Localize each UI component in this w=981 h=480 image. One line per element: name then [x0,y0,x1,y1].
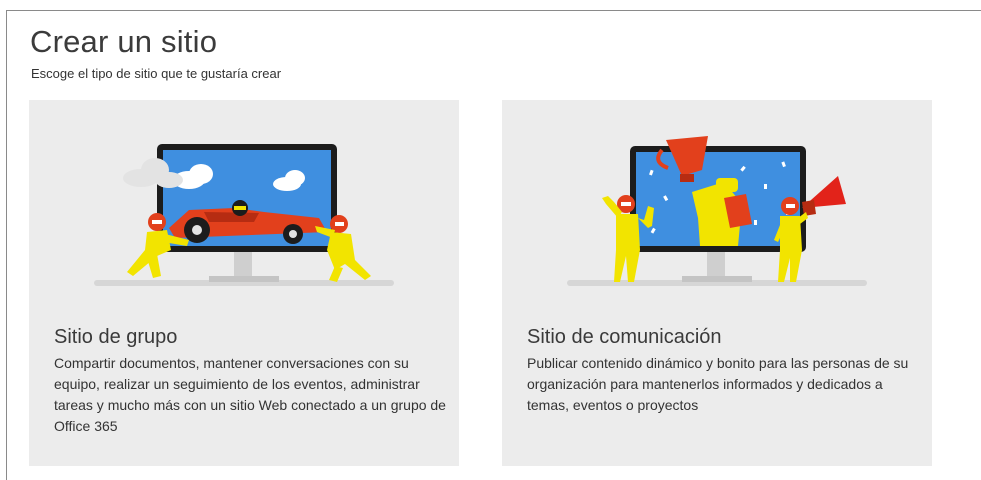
team-site-title: Sitio de grupo [54,326,178,348]
communication-site-title: Sitio de comunicación [527,326,722,348]
race-car-monitor-illustration [94,144,394,286]
team-site-description: Compartir documentos, mantener conversac… [54,355,446,434]
team-site-card[interactable]: Sitio de grupo Compartir documentos, man… [29,100,459,466]
page-subtitle: Escoge el tipo de sitio que te gustaría … [31,66,282,81]
page-title: Crear un sitio [30,24,218,59]
communication-site-card[interactable]: Sitio de comunicación Publicar contenido… [502,100,932,466]
communication-site-description: Publicar contenido dinámico y bonito par… [527,355,909,413]
trophy-megaphone-monitor-illustration [567,136,867,286]
